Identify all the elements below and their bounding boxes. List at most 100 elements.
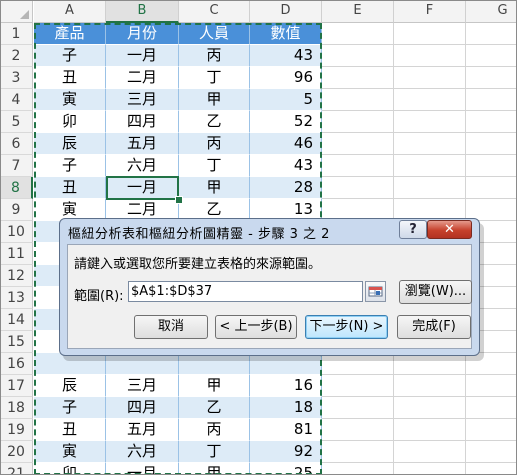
back-button[interactable]: < 上一步(B) xyxy=(215,315,297,339)
table-cell-c17[interactable]: 甲 xyxy=(179,375,250,397)
row-header-13[interactable]: 13 xyxy=(0,287,33,309)
table-cell-b2[interactable]: 一月 xyxy=(106,45,179,67)
table-cell-c2[interactable]: 丙 xyxy=(179,45,250,67)
empty-cell[interactable] xyxy=(322,111,394,133)
empty-cell[interactable] xyxy=(394,177,466,199)
empty-cell[interactable] xyxy=(394,111,466,133)
empty-cell[interactable] xyxy=(394,441,466,463)
table-cell-a18[interactable]: 子 xyxy=(34,397,106,419)
table-cell-d21[interactable]: 25 xyxy=(250,463,322,475)
empty-cell[interactable] xyxy=(466,419,517,441)
row-header-14[interactable]: 14 xyxy=(0,309,33,331)
empty-cell[interactable] xyxy=(466,23,517,45)
column-header-b[interactable]: B xyxy=(106,0,179,23)
table-cell-b8[interactable]: 一月 xyxy=(106,177,179,199)
empty-cell[interactable] xyxy=(466,397,517,419)
table-cell-c18[interactable]: 乙 xyxy=(179,397,250,419)
table-cell-a7[interactable]: 子 xyxy=(34,155,106,177)
table-cell-a6[interactable]: 辰 xyxy=(34,133,106,155)
help-button[interactable]: ? xyxy=(399,220,427,239)
table-cell-d8[interactable]: 28 xyxy=(250,177,322,199)
close-button[interactable]: ✕ xyxy=(427,220,472,239)
row-header-16[interactable]: 16 xyxy=(0,353,33,375)
table-cell-c20[interactable]: 丁 xyxy=(179,441,250,463)
table-cell-c3[interactable]: 丁 xyxy=(179,67,250,89)
table-header-cell[interactable]: 月份 xyxy=(106,23,179,45)
column-header-a[interactable]: A xyxy=(34,0,106,23)
table-cell-b17[interactable]: 三月 xyxy=(106,375,179,397)
table-cell-b19[interactable]: 五月 xyxy=(106,419,179,441)
table-cell-c21[interactable]: 甲 xyxy=(179,463,250,475)
table-cell-b18[interactable]: 四月 xyxy=(106,397,179,419)
column-header-g[interactable]: G xyxy=(466,0,517,23)
range-input[interactable]: $A$1:$D$37 xyxy=(128,281,363,302)
row-header-10[interactable]: 10 xyxy=(0,221,33,243)
table-cell-d18[interactable]: 18 xyxy=(250,397,322,419)
next-button[interactable]: 下一步(N) > xyxy=(305,315,388,339)
row-header-6[interactable]: 6 xyxy=(0,133,33,155)
row-header-4[interactable]: 4 xyxy=(0,89,33,111)
table-cell-c4[interactable]: 甲 xyxy=(179,89,250,111)
table-cell-a21[interactable]: 卯 xyxy=(34,463,106,475)
empty-cell[interactable] xyxy=(466,111,517,133)
empty-cell[interactable] xyxy=(322,23,394,45)
empty-cell[interactable] xyxy=(466,45,517,67)
empty-cell[interactable] xyxy=(394,67,466,89)
row-header-11[interactable]: 11 xyxy=(0,243,33,265)
table-cell-d20[interactable]: 92 xyxy=(250,441,322,463)
table-cell-c19[interactable]: 丙 xyxy=(179,419,250,441)
empty-cell[interactable] xyxy=(322,89,394,111)
column-header-d[interactable]: D xyxy=(250,0,322,23)
empty-cell[interactable] xyxy=(394,133,466,155)
empty-cell[interactable] xyxy=(466,67,517,89)
row-header-18[interactable]: 18 xyxy=(0,397,33,419)
empty-cell[interactable] xyxy=(394,45,466,67)
empty-cell[interactable] xyxy=(394,463,466,475)
empty-cell[interactable] xyxy=(322,397,394,419)
table-cell-a8[interactable]: 丑 xyxy=(34,177,106,199)
row-header-19[interactable]: 19 xyxy=(0,419,33,441)
table-cell-a4[interactable]: 寅 xyxy=(34,89,106,111)
finish-button[interactable]: 完成(F) xyxy=(397,315,471,339)
table-cell-c7[interactable]: 丁 xyxy=(179,155,250,177)
column-header-e[interactable]: E xyxy=(322,0,394,23)
table-cell-b5[interactable]: 四月 xyxy=(106,111,179,133)
table-cell-a3[interactable]: 丑 xyxy=(34,67,106,89)
row-header-7[interactable]: 7 xyxy=(0,155,33,177)
empty-cell[interactable] xyxy=(394,397,466,419)
table-cell-c8[interactable]: 甲 xyxy=(179,177,250,199)
row-header-1[interactable]: 1 xyxy=(0,23,33,45)
empty-cell[interactable] xyxy=(466,177,517,199)
empty-cell[interactable] xyxy=(322,177,394,199)
select-all-corner[interactable] xyxy=(0,0,33,23)
table-cell-c5[interactable]: 乙 xyxy=(179,111,250,133)
table-header-cell[interactable]: 數值 xyxy=(250,23,322,45)
empty-cell[interactable] xyxy=(466,441,517,463)
empty-cell[interactable] xyxy=(466,375,517,397)
row-header-8[interactable]: 8 xyxy=(0,177,33,199)
empty-cell[interactable] xyxy=(394,375,466,397)
table-header-cell[interactable]: 人員 xyxy=(179,23,250,45)
table-cell-d7[interactable]: 43 xyxy=(250,155,322,177)
row-header-17[interactable]: 17 xyxy=(0,375,33,397)
row-header-2[interactable]: 2 xyxy=(0,45,33,67)
browse-button[interactable]: 瀏覽(W)... xyxy=(399,280,472,304)
empty-cell[interactable] xyxy=(322,419,394,441)
table-cell-d19[interactable]: 81 xyxy=(250,419,322,441)
row-header-20[interactable]: 20 xyxy=(0,441,33,463)
collapse-dialog-button[interactable] xyxy=(365,281,386,302)
empty-cell[interactable] xyxy=(394,419,466,441)
row-header-12[interactable]: 12 xyxy=(0,265,33,287)
table-cell-c6[interactable]: 丙 xyxy=(179,133,250,155)
empty-cell[interactable] xyxy=(466,89,517,111)
empty-cell[interactable] xyxy=(466,463,517,475)
empty-cell[interactable] xyxy=(466,133,517,155)
empty-cell[interactable] xyxy=(322,155,394,177)
table-cell-d17[interactable]: 16 xyxy=(250,375,322,397)
empty-cell[interactable] xyxy=(322,45,394,67)
row-header-5[interactable]: 5 xyxy=(0,111,33,133)
table-cell-d6[interactable]: 46 xyxy=(250,133,322,155)
table-cell-b21[interactable]: 一月 xyxy=(106,463,179,475)
table-cell-b4[interactable]: 三月 xyxy=(106,89,179,111)
table-cell-d5[interactable]: 52 xyxy=(250,111,322,133)
